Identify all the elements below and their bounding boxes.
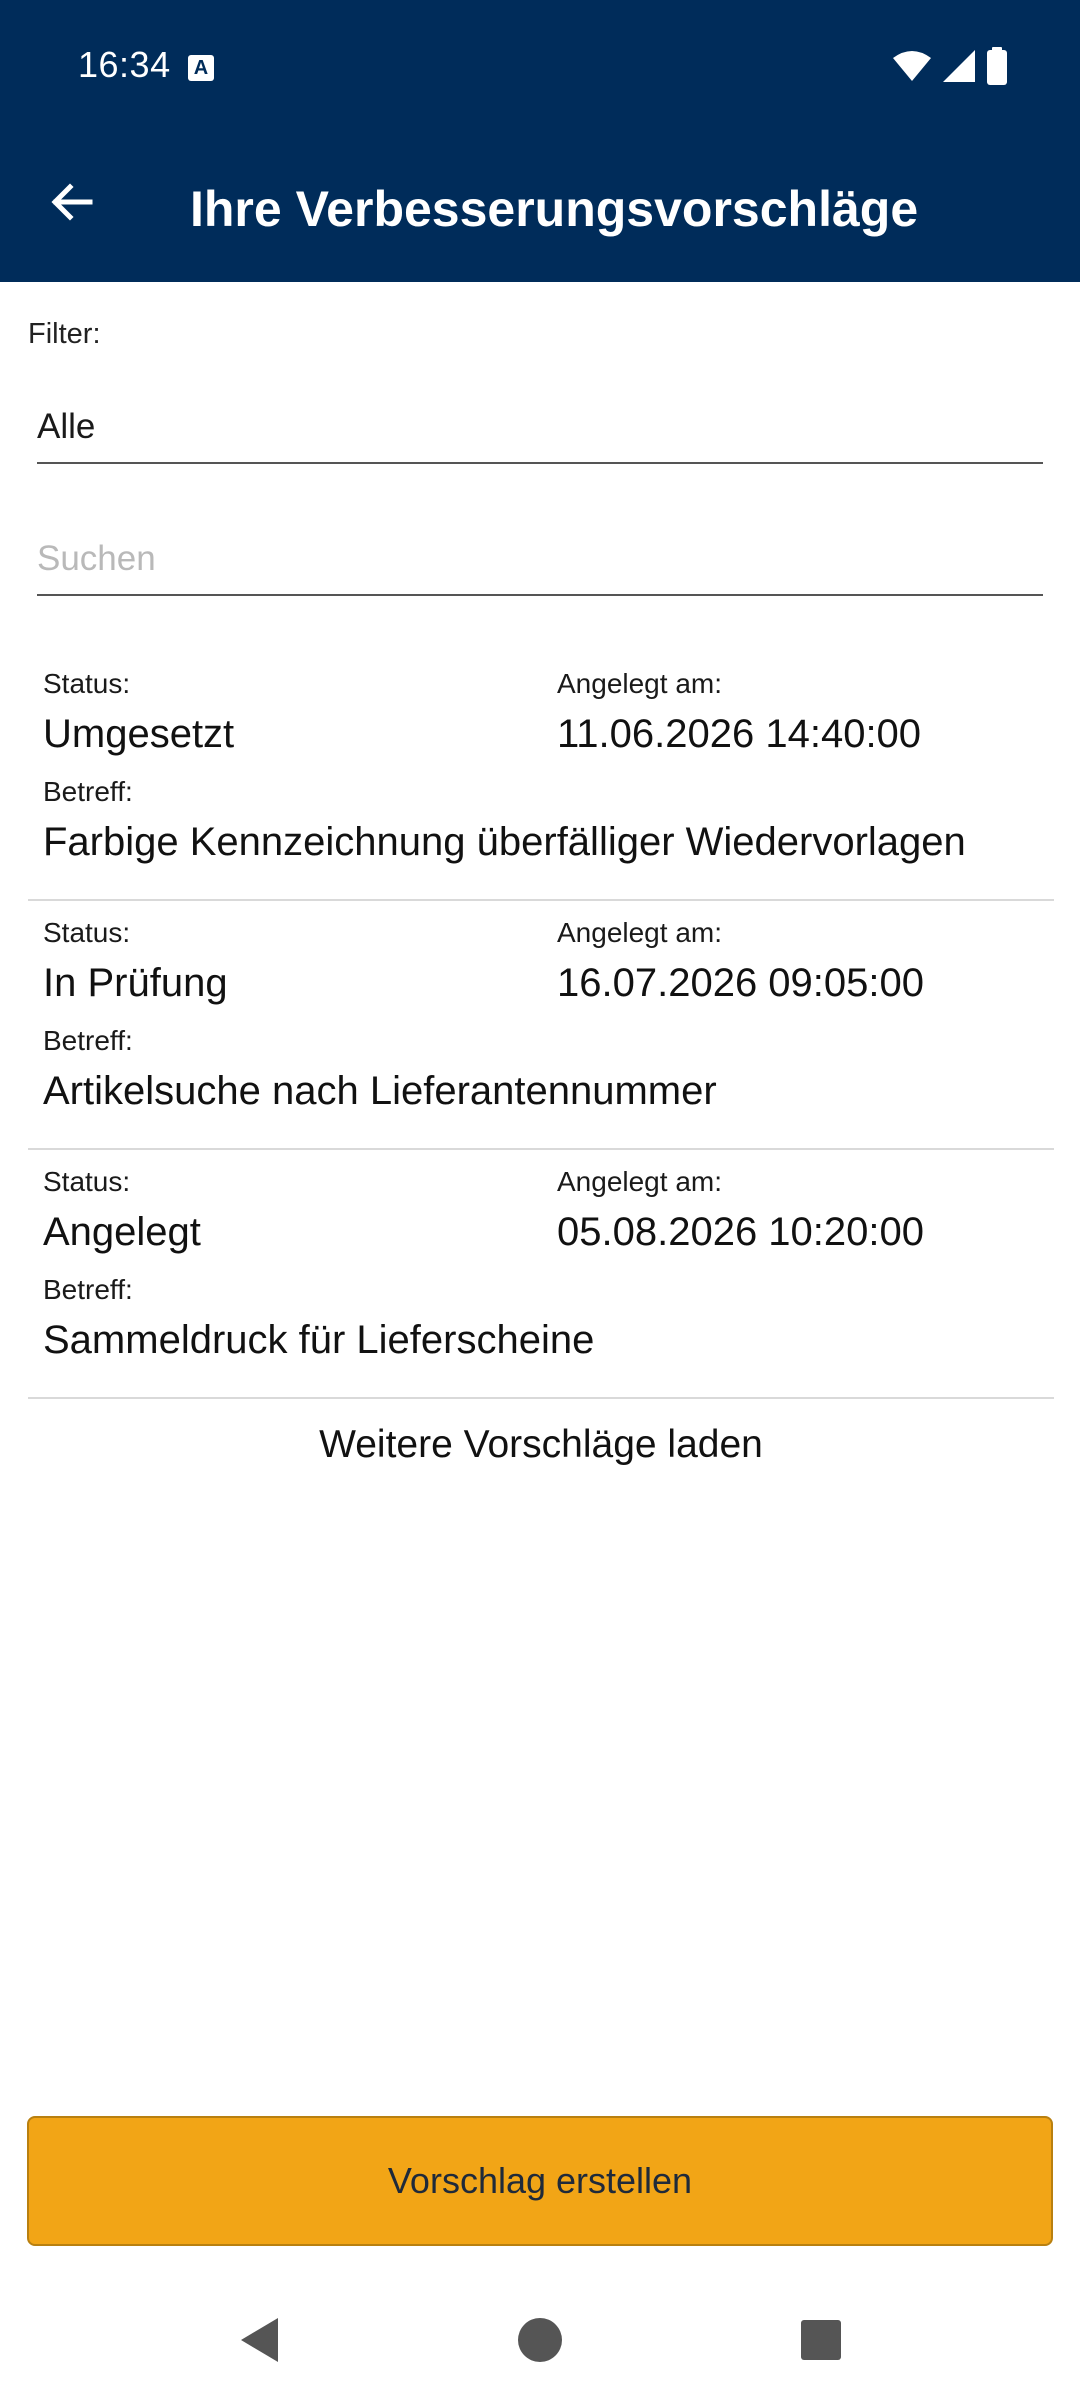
created-value: 16.07.2026 09:05:00 (557, 961, 925, 1005)
status-label: Status: (43, 917, 131, 948)
list-item[interactable]: Status: In Prüfung Angelegt am: 16.07.20… (28, 901, 1054, 1150)
created-label: Angelegt am: (557, 1166, 722, 1197)
subject-value: Farbige Kennzeichnung überfälliger Wiede… (43, 820, 966, 864)
nav-back-icon (238, 2316, 282, 2369)
list-item[interactable]: Status: Umgesetzt Angelegt am: 11.06.202… (28, 652, 1054, 901)
status-time: 16:34 (78, 44, 171, 85)
status-bar: 16:34 A (0, 0, 1080, 136)
filter-label: Filter: (28, 318, 101, 350)
status-value: Angelegt (43, 1210, 201, 1254)
filter-selected-value: Alle (37, 407, 96, 446)
nav-back-button[interactable] (230, 2312, 290, 2372)
top-bar: 16:34 A Ihre Verbesserungsvorschläge (0, 0, 1080, 282)
nav-recents-button[interactable] (791, 2312, 851, 2372)
created-label: Angelegt am: (557, 917, 722, 948)
app-screen: 16:34 A Ihre Verbesserungsvorschläge Fil… (0, 0, 1080, 2400)
load-more-button[interactable]: Weitere Vorschläge laden (28, 1410, 1054, 1480)
create-suggestion-button[interactable]: Vorschlag erstellen (27, 2116, 1053, 2246)
a-badge-icon: A (188, 55, 214, 81)
subject-label: Betreff: (43, 1274, 133, 1305)
subject-label: Betreff: (43, 1025, 133, 1056)
filter-select[interactable]: Alle (37, 392, 1043, 464)
arrow-left-icon (48, 178, 96, 231)
back-button[interactable] (40, 172, 104, 236)
created-value: 05.08.2026 10:20:00 (557, 1210, 925, 1254)
list-item[interactable]: Status: Angelegt Angelegt am: 05.08.2026… (28, 1150, 1054, 1399)
status-value: Umgesetzt (43, 712, 235, 756)
search-input[interactable] (37, 534, 1037, 584)
suggestion-list: Status: Umgesetzt Angelegt am: 11.06.202… (28, 652, 1054, 1399)
create-suggestion-label: Vorschlag erstellen (387, 2160, 693, 2201)
created-value: 11.06.2026 14:40:00 (557, 712, 922, 756)
status-icons (892, 46, 1008, 90)
nav-home-button[interactable] (510, 2312, 570, 2372)
app-bar: Ihre Verbesserungsvorschläge (0, 136, 1080, 282)
status-label: Status: (43, 1166, 131, 1197)
signal-icon (942, 49, 976, 88)
created-label: Angelegt am: (557, 668, 722, 699)
search-field (37, 524, 1043, 596)
status-label: Status: (43, 668, 131, 699)
status-value: In Prüfung (43, 961, 228, 1005)
nav-recents-icon (800, 2319, 842, 2366)
subject-label: Betreff: (43, 776, 133, 807)
subject-value: Sammeldruck für Lieferscheine (43, 1318, 595, 1362)
page-title: Ihre Verbesserungsvorschläge (190, 181, 919, 237)
battery-icon (986, 46, 1008, 90)
nav-home-icon (517, 2317, 563, 2368)
wifi-icon (892, 50, 932, 87)
system-nav-bar (0, 2280, 1080, 2400)
subject-value: Artikelsuche nach Lieferantennummer (43, 1069, 717, 1113)
